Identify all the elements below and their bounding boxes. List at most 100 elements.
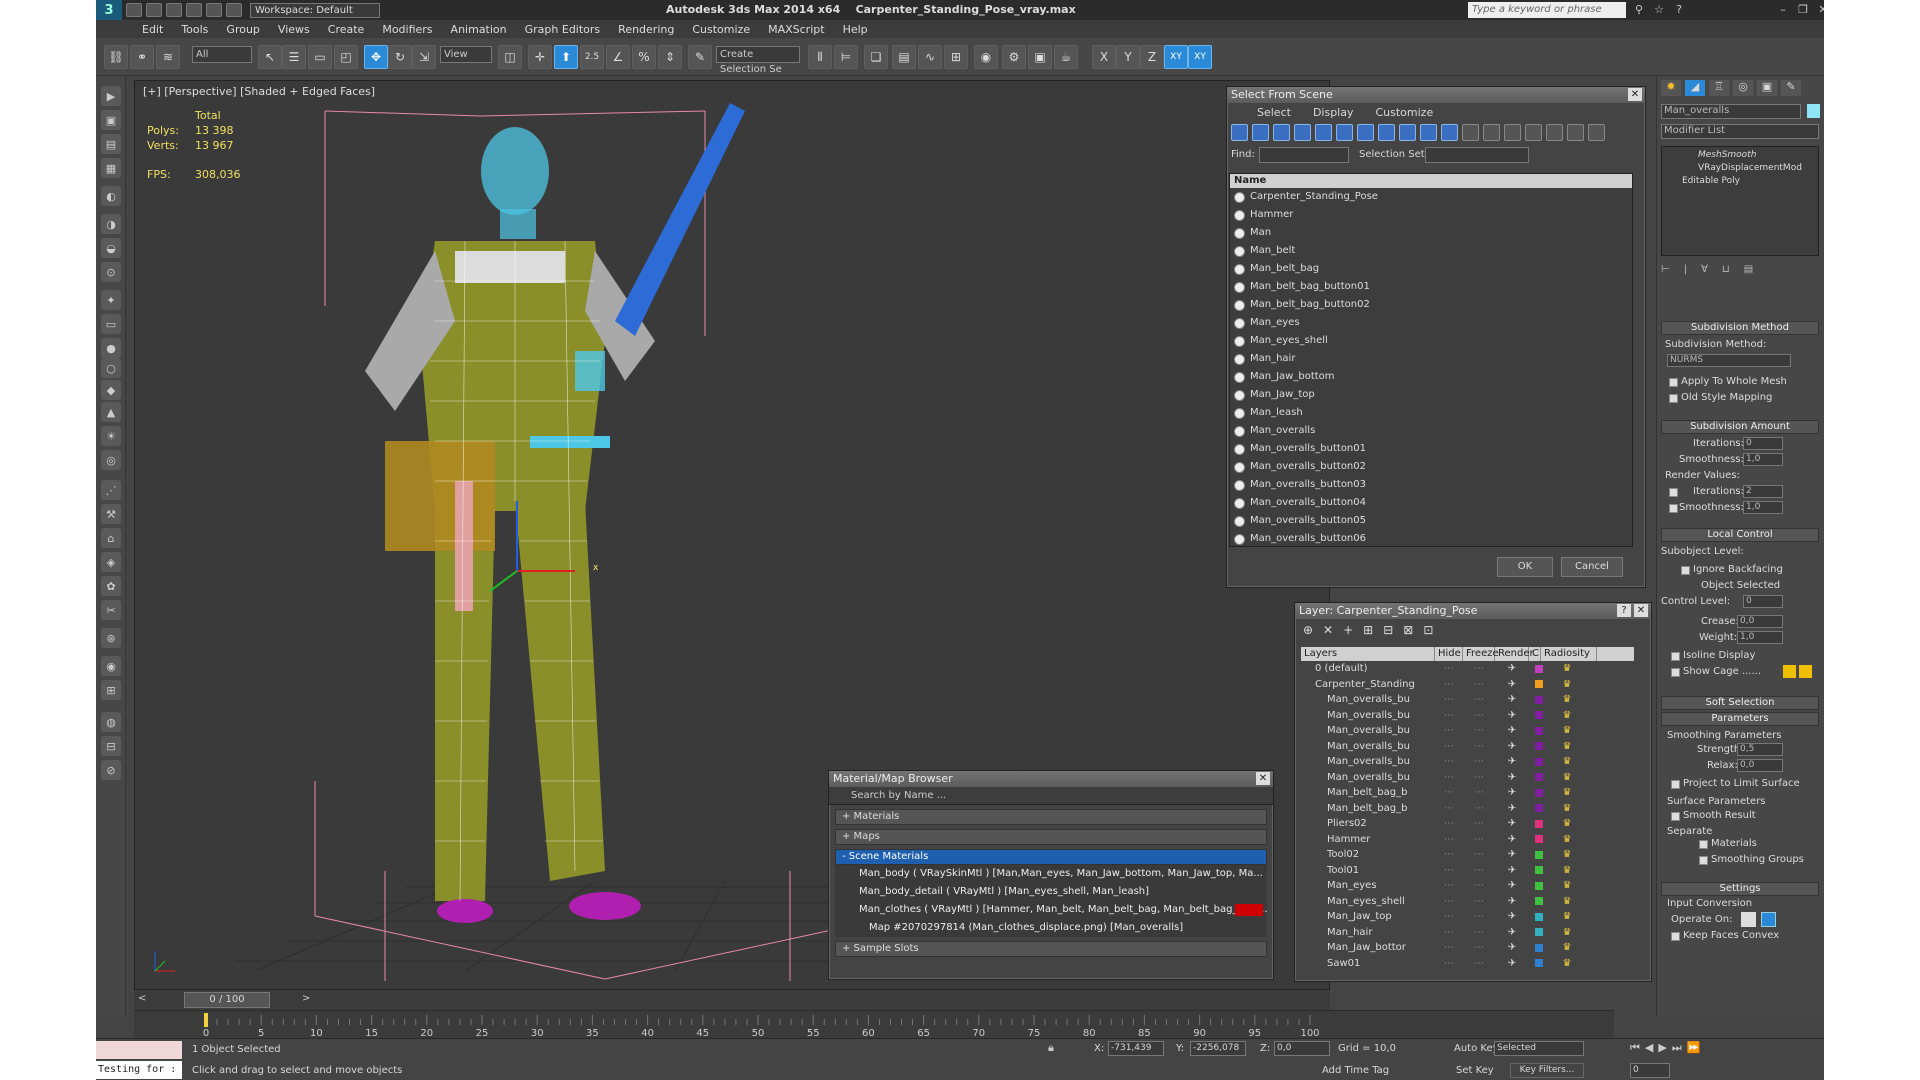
table-row[interactable]: Man_overalls_bu ⋯ ⋯ ✈ ♛: [1301, 739, 1634, 755]
layer-name[interactable]: Man_belt_bag_b: [1301, 803, 1435, 814]
axis-xy-button[interactable]: XY: [1164, 45, 1188, 69]
hide-toggle-icon[interactable]: ⋯: [1435, 679, 1463, 690]
radiosity-toggle-icon[interactable]: ♛: [1543, 865, 1591, 876]
left-tool-15-icon[interactable]: ☀: [101, 426, 121, 446]
hide-toggle-icon[interactable]: ⋯: [1435, 834, 1463, 845]
freeze-toggle-icon[interactable]: ⋯: [1463, 942, 1495, 953]
snap-toggle-icon[interactable]: 2.5: [580, 45, 604, 69]
sfs-filter-13-icon[interactable]: [1483, 124, 1500, 141]
table-row[interactable]: Saw01 ⋯ ⋯ ✈ ♛: [1301, 956, 1634, 967]
curve-editor-icon[interactable]: ∿: [918, 45, 942, 69]
close-icon[interactable]: ✕: [1628, 88, 1642, 101]
left-tool-2-icon[interactable]: ▣: [101, 110, 121, 130]
layer-color-swatch[interactable]: [1535, 928, 1543, 937]
maxscript-listener[interactable]: [96, 1041, 182, 1059]
render-toggle-icon[interactable]: ✈: [1495, 958, 1529, 967]
menu-item-views[interactable]: Views: [278, 23, 310, 36]
hide-toggle-icon[interactable]: ⋯: [1435, 787, 1463, 798]
local-control-rollout[interactable]: Local Control: [1661, 528, 1819, 542]
table-row[interactable]: Carpenter_Standing ⋯ ⋯ ✈ ♛: [1301, 677, 1634, 693]
sfs-filter-12-icon[interactable]: [1462, 124, 1479, 141]
subdivision-method-rollout[interactable]: Subdivision Method: [1661, 321, 1819, 335]
material-row[interactable]: Man_body_detail ( VRayMtl ) [Man_eyes_sh…: [835, 883, 1267, 901]
radiosity-toggle-icon[interactable]: ♛: [1543, 679, 1591, 690]
render-toggle-icon[interactable]: ✈: [1495, 927, 1529, 938]
table-row[interactable]: Hammer ⋯ ⋯ ✈ ♛: [1301, 832, 1634, 848]
layer-name[interactable]: Man_overalls_bu: [1301, 694, 1435, 705]
layer-titlebar[interactable]: Layer: Carpenter_Standing_Pose? ✕: [1295, 603, 1651, 619]
rect-selection-icon[interactable]: ▭: [308, 45, 332, 69]
material-row[interactable]: Man_clothes ( VRayMtl ) [Hammer, Man_bel…: [835, 901, 1267, 919]
render-toggle-icon[interactable]: ✈: [1495, 896, 1529, 907]
list-item[interactable]: Man_Jaw_top: [1230, 386, 1632, 404]
radiosity-toggle-icon[interactable]: ♛: [1543, 849, 1591, 860]
find-input[interactable]: [1259, 147, 1349, 163]
table-row[interactable]: Man_hair ⋯ ⋯ ✈ ♛: [1301, 925, 1634, 941]
layer-list[interactable]: 0 (default) ⋯ ⋯ ✈ ♛ Carpenter_Standing ⋯ ⋯ ✈ ♛ Man…: [1301, 661, 1634, 967]
stack-editable-poly[interactable]: Editable Poly: [1662, 173, 1818, 186]
settings-rollout[interactable]: Settings: [1661, 882, 1819, 896]
layer-name[interactable]: Man_eyes: [1301, 880, 1435, 891]
maps-group[interactable]: + Maps: [835, 829, 1267, 845]
render-toggle-icon[interactable]: ✈: [1495, 803, 1529, 814]
manipulate-icon[interactable]: ✛: [528, 45, 552, 69]
project-folder-icon[interactable]: [226, 3, 242, 17]
graphite-icon[interactable]: ▤: [892, 45, 916, 69]
open-file-icon[interactable]: [146, 3, 162, 17]
radiosity-toggle-icon[interactable]: ♛: [1543, 911, 1591, 922]
z-coord-field[interactable]: 0,0: [1274, 1041, 1330, 1056]
hierarchy-tab-icon[interactable]: ♖: [1709, 80, 1729, 96]
render-toggle-icon[interactable]: ✈: [1495, 772, 1529, 783]
object-color-swatch[interactable]: [1807, 104, 1820, 118]
smooth-result-checkbox[interactable]: [1671, 812, 1680, 821]
layer-color-swatch[interactable]: [1535, 835, 1543, 844]
create-tab-icon[interactable]: ✸: [1661, 80, 1681, 96]
layer-name[interactable]: Pliers02: [1301, 818, 1435, 829]
left-tool-12-icon[interactable]: ○: [101, 358, 121, 378]
layer-name[interactable]: Tool01: [1301, 865, 1435, 876]
render-toggle-icon[interactable]: ✈: [1495, 694, 1529, 705]
radiosity-toggle-icon[interactable]: ♛: [1543, 927, 1591, 938]
sfs-filter-1-icon[interactable]: [1231, 124, 1248, 141]
list-item[interactable]: Man_overalls_button04: [1230, 494, 1632, 512]
layer-name[interactable]: Carpenter_Standing: [1301, 679, 1435, 690]
left-tool-9-icon[interactable]: ✦: [101, 290, 121, 310]
edit-named-selection-icon[interactable]: ✎: [688, 45, 712, 69]
render-toggle-icon[interactable]: ✈: [1495, 849, 1529, 860]
render-toggle-icon[interactable]: ✈: [1495, 710, 1529, 721]
redo-icon[interactable]: [206, 3, 222, 17]
minimize-icon[interactable]: –: [1776, 3, 1790, 16]
left-tool-10-icon[interactable]: ▭: [101, 314, 121, 334]
table-row[interactable]: Pliers02 ⋯ ⋯ ✈ ♛: [1301, 816, 1634, 832]
list-item[interactable]: Hammer: [1230, 206, 1632, 224]
render-toggle-icon[interactable]: ✈: [1495, 741, 1529, 752]
hide-toggle-icon[interactable]: ⋯: [1435, 896, 1463, 907]
schematic-view-icon[interactable]: ⊞: [944, 45, 968, 69]
table-row[interactable]: 0 (default) ⋯ ⋯ ✈ ♛: [1301, 661, 1634, 677]
weight-field[interactable]: 1,0: [1737, 631, 1783, 644]
freeze-toggle-icon[interactable]: ⋯: [1463, 663, 1495, 674]
freeze-toggle-icon[interactable]: ⋯: [1463, 741, 1495, 752]
percent-snap-icon[interactable]: %: [632, 45, 656, 69]
list-item[interactable]: Man_overalls_button06: [1230, 530, 1632, 548]
menu-item-graph-editors[interactable]: Graph Editors: [525, 23, 601, 36]
table-row[interactable]: Man_Jaw_top ⋯ ⋯ ✈ ♛: [1301, 909, 1634, 925]
table-row[interactable]: Man_overalls_bu ⋯ ⋯ ✈ ♛: [1301, 723, 1634, 739]
hide-toggle-icon[interactable]: ⋯: [1435, 958, 1463, 967]
sfs-menu-select[interactable]: Select: [1257, 106, 1291, 121]
maxscript-input[interactable]: Testing for :: [96, 1061, 182, 1079]
layer-name[interactable]: Man_overalls_bu: [1301, 725, 1435, 736]
table-row[interactable]: Man_overalls_bu ⋯ ⋯ ✈ ♛: [1301, 692, 1634, 708]
left-tool-21-icon[interactable]: ✿: [101, 576, 121, 596]
y-coord-field[interactable]: -2256,078: [1190, 1041, 1246, 1056]
left-tool-28-icon[interactable]: ⊘: [101, 760, 121, 780]
list-item[interactable]: Man_hair: [1230, 350, 1632, 368]
left-tool-5-icon[interactable]: ◐: [101, 186, 121, 206]
sfs-filter-3-icon[interactable]: [1273, 124, 1290, 141]
layer-color-swatch[interactable]: [1535, 788, 1543, 797]
layer-name[interactable]: Man_belt_bag_b: [1301, 787, 1435, 798]
layer-color-swatch[interactable]: [1535, 773, 1543, 782]
iterations-field[interactable]: 0: [1743, 437, 1783, 450]
ok-button[interactable]: OK: [1497, 557, 1553, 577]
layer-manager-icon[interactable]: ❏: [864, 45, 888, 69]
